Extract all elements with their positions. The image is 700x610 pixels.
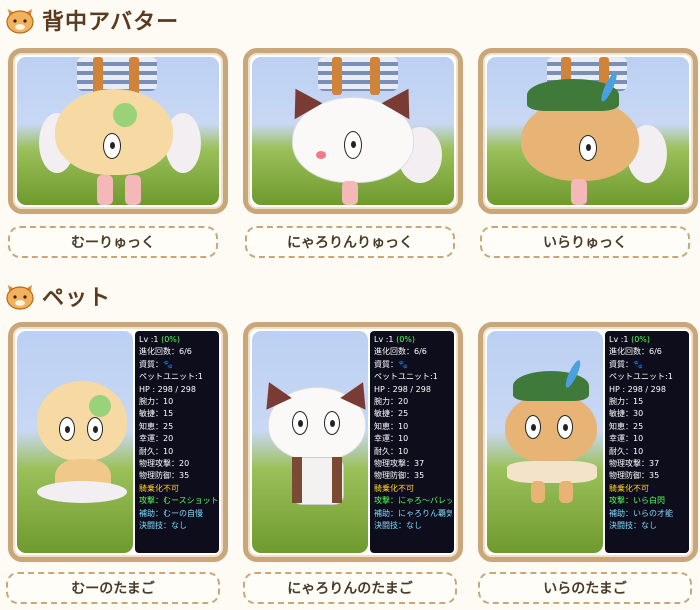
stat-atk: 物理攻撃：37 — [609, 459, 660, 469]
pet-label-mu[interactable]: むーのたまご — [6, 572, 220, 604]
stat-unit: ペットユニット:1 — [139, 372, 203, 382]
stat-def: 物理防御：35 — [374, 471, 425, 481]
backpack-label-mu[interactable]: むーりゅっく — [8, 226, 218, 258]
backpack-section-header: 背中アバター — [4, 2, 179, 38]
stat-evolve: 進化回数：6/6 — [609, 347, 662, 357]
stat-hp: HP : 298 / 298 — [374, 384, 431, 394]
stat-final-skill: 決闘技：なし — [374, 521, 422, 531]
stat-agi: 敏捷：15 — [139, 409, 174, 419]
stat-agi: 敏捷：25 — [374, 409, 409, 419]
stat-int: 知恵：25 — [139, 421, 174, 431]
stat-level-pct: (0%) — [631, 335, 651, 344]
stat-unit: ペットユニット:1 — [374, 372, 438, 382]
backpack-label-ira[interactable]: いらりゅっく — [480, 226, 690, 258]
pet-label-ira[interactable]: いらのたまご — [478, 572, 692, 604]
stat-level: Lv :1 — [139, 335, 159, 344]
stat-final-skill: 決闘技：なし — [139, 521, 187, 531]
stat-luck: 幸運：10 — [609, 434, 644, 444]
stat-unit: ペットユニット:1 — [609, 372, 673, 382]
stat-support-skill: 補助：いらの才能 — [609, 508, 673, 518]
stat-ride: 騎乗化不可 — [374, 483, 414, 493]
backpack-label-nyarorin[interactable]: にゃろりんりゅっく — [245, 226, 455, 258]
stat-evolve: 進化回数：6/6 — [139, 347, 192, 357]
stat-attack-skill: 攻撃：いら白閃 — [609, 496, 665, 506]
pet-stats-nyarorin: Lv :1 (0%) 進化回数：6/6 資質：🐾 ペットユニット:1 HP : … — [370, 331, 454, 553]
paw-icon: 🐾 — [633, 359, 643, 369]
stat-str: 腕力：10 — [139, 397, 174, 407]
stat-level: Lv :1 — [609, 335, 629, 344]
cat-face-icon — [4, 5, 36, 35]
stat-atk: 物理攻撃：20 — [139, 459, 190, 469]
stat-quality: 資質： — [139, 359, 163, 369]
stat-atk: 物理攻撃：37 — [374, 459, 425, 469]
stat-agi: 敏捷：30 — [609, 409, 644, 419]
backpack-image-ira — [487, 57, 689, 205]
pet-image-mu — [17, 331, 133, 553]
stat-attack-skill: 攻撃：むースショット — [139, 496, 217, 506]
stat-support-skill: 補助：にゃろりん覇気 — [374, 508, 452, 518]
stat-final-skill: 決闘技：なし — [609, 521, 657, 531]
paw-icon: 🐾 — [398, 359, 408, 369]
stat-level: Lv :1 — [374, 335, 394, 344]
pet-label-nyarorin[interactable]: にゃろりんのたまご — [243, 572, 457, 604]
stat-def: 物理防御：35 — [609, 471, 660, 481]
stat-hp: HP : 298 / 298 — [609, 384, 666, 394]
pet-stats-mu: Lv :1 (0%) 進化回数：6/6 資質：🐾 ペットユニット:1 HP : … — [135, 331, 219, 553]
pet-image-ira — [487, 331, 603, 553]
stat-ride: 騎乗化不可 — [609, 483, 649, 493]
stat-hp: HP : 298 / 298 — [139, 384, 196, 394]
pet-image-nyarorin — [252, 331, 368, 553]
section-title-backpack: 背中アバター — [42, 10, 180, 35]
stat-str: 腕力：20 — [374, 397, 409, 407]
pet-stats-ira: Lv :1 (0%) 進化回数：6/6 資質：🐾 ペットユニット:1 HP : … — [605, 331, 689, 553]
stat-attack-skill: 攻撃：にゃろ～バレット — [374, 496, 452, 506]
pet-card-nyarorin[interactable]: Lv :1 (0%) 進化回数：6/6 資質：🐾 ペットユニット:1 HP : … — [243, 322, 463, 562]
backpack-image-mu — [17, 57, 219, 205]
stat-support-skill: 補助：むーの自慢 — [139, 508, 203, 518]
stat-str: 腕力：15 — [609, 397, 644, 407]
backpack-card-mu[interactable] — [8, 48, 228, 214]
stat-evolve: 進化回数：6/6 — [374, 347, 427, 357]
stat-level-pct: (0%) — [396, 335, 416, 344]
section-title-pet: ペット — [42, 286, 112, 311]
backpack-card-nyarorin[interactable] — [243, 48, 463, 214]
paw-icon: 🐾 — [163, 359, 173, 369]
stat-dur: 耐久：10 — [374, 446, 409, 456]
stat-level-pct: (0%) — [161, 335, 181, 344]
stat-def: 物理防御：35 — [139, 471, 190, 481]
cat-face-icon — [4, 281, 36, 311]
backpack-card-ira[interactable] — [478, 48, 698, 214]
stat-quality: 資質： — [374, 359, 398, 369]
backpack-image-nyarorin — [252, 57, 454, 205]
stat-int: 知恵：10 — [374, 421, 409, 431]
pet-section-header: ペット — [4, 278, 111, 314]
stat-int: 知恵：25 — [609, 421, 644, 431]
stat-ride: 騎乗化不可 — [139, 483, 179, 493]
stat-dur: 耐久：10 — [609, 446, 644, 456]
pet-card-ira[interactable]: Lv :1 (0%) 進化回数：6/6 資質：🐾 ペットユニット:1 HP : … — [478, 322, 698, 562]
stat-luck: 幸運：10 — [374, 434, 409, 444]
stat-dur: 耐久：10 — [139, 446, 174, 456]
stat-luck: 幸運：20 — [139, 434, 174, 444]
pet-card-mu[interactable]: Lv :1 (0%) 進化回数：6/6 資質：🐾 ペットユニット:1 HP : … — [8, 322, 228, 562]
stat-quality: 資質： — [609, 359, 633, 369]
